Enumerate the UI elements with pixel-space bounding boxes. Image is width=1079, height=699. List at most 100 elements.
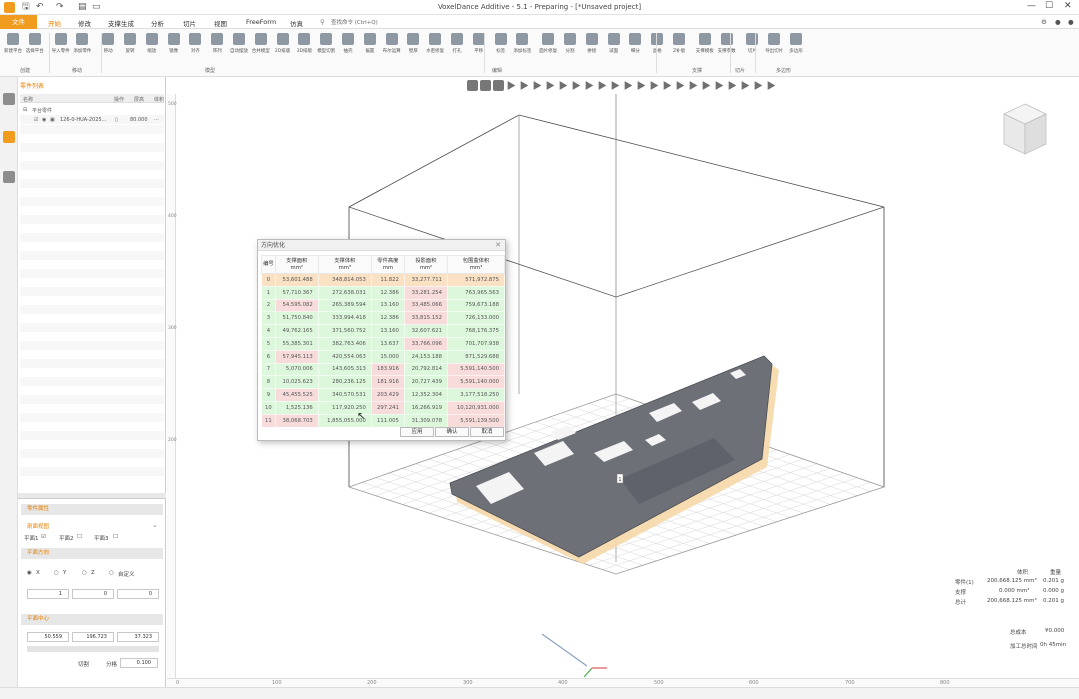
table-header-cell[interactable]: 投影面积 mm² <box>403 255 448 274</box>
center-y-field[interactable]: 196.723 <box>72 632 114 642</box>
ribbon-button-5[interactable]: 旋转 <box>121 33 139 54</box>
view-tool-icon[interactable] <box>702 81 711 90</box>
axis-y-radio[interactable]: ○ <box>54 570 59 576</box>
ribbon-button-30[interactable]: Z补偿 <box>670 33 688 54</box>
plane2-label[interactable]: 平面2 <box>59 534 74 542</box>
table-row[interactable]: 5 55,385.301 382,763.406 13.637 33,766.096 70… <box>261 336 506 351</box>
menu-support[interactable]: 支撑生成 <box>108 18 134 28</box>
menu-modify[interactable]: 修改 <box>78 18 91 28</box>
ribbon-button-9[interactable]: 阵列 <box>208 33 226 54</box>
ribbon-button-19[interactable]: 水密修复 <box>426 33 444 54</box>
table-row[interactable]: 11 38,068.703 1,855,055.000 111.005 31,309.0… <box>261 413 506 428</box>
ribbon-button-10[interactable]: 自动摆放 <box>230 33 248 54</box>
info-icon[interactable]: ● <box>1068 18 1074 26</box>
ribbon-button-6[interactable]: 缩放 <box>143 33 161 54</box>
direction-y-field[interactable]: 0 <box>72 589 114 599</box>
menu-freeform[interactable]: FreeForm <box>246 18 276 26</box>
ribbon-button-22[interactable]: 标签 <box>492 33 510 54</box>
confirm-button[interactable]: 确认 <box>435 427 469 437</box>
table-header-cell[interactable]: 支撑面积 mm² <box>274 255 319 274</box>
expand-icon[interactable]: ⊟ <box>23 107 27 113</box>
plane3-checkbox[interactable]: ☐ <box>113 534 118 540</box>
view-tool-icon[interactable] <box>493 80 504 91</box>
checkbox-icon[interactable]: ☑ <box>34 117 38 123</box>
table-row[interactable]: 9 45,455.525 340,570.531 203.429 12,352.304 3… <box>261 388 506 402</box>
ribbon-button-26[interactable]: 拼接 <box>583 33 601 54</box>
axis-custom-radio[interactable]: ○ <box>109 570 114 576</box>
ribbon-button-12[interactable]: 2D排版 <box>274 33 292 54</box>
ribbon-button-28[interactable]: 细分 <box>626 33 644 54</box>
view-tool-icon[interactable] <box>559 81 568 90</box>
ribbon-button-2[interactable]: 导入零件 <box>52 33 70 54</box>
gear-icon[interactable]: ⚙ <box>1041 18 1047 26</box>
axis-x-radio[interactable]: ◉ <box>27 570 32 576</box>
ribbon-button-1[interactable]: 选择平台 <box>26 33 44 54</box>
view-tool-icon[interactable] <box>741 81 750 90</box>
table-row[interactable]: 2 54,595.082 265,389.594 13.160 33,485.066 75… <box>261 298 506 313</box>
platform-row[interactable]: ⊟ 平台零件 <box>20 105 164 114</box>
view-cube[interactable] <box>1002 102 1048 160</box>
view-tool-icon[interactable] <box>611 81 620 90</box>
view-tool-icon[interactable] <box>728 81 737 90</box>
table-row[interactable]: 7 5,070.006 143,605.313 183.916 20,792.814 5,… <box>261 362 506 377</box>
ribbon-button-27[interactable]: 减面 <box>605 33 623 54</box>
view-tool-icon[interactable] <box>624 81 633 90</box>
ribbon-button-18[interactable]: 壁厚 <box>404 33 422 54</box>
view-tool-icon[interactable] <box>533 81 542 90</box>
view-tool-icon[interactable] <box>676 81 685 90</box>
close-button[interactable]: ✕ <box>1064 1 1072 11</box>
view-tool-icon[interactable] <box>520 81 529 90</box>
table-header-cell[interactable]: 零件高度 mm <box>370 255 405 274</box>
ribbon-button-21[interactable]: 平移 <box>470 33 488 54</box>
ribbon-button-0[interactable]: 新建平台 <box>4 33 22 54</box>
ribbon-button-15[interactable]: 抽壳 <box>339 33 357 54</box>
maximize-button[interactable]: ☐ <box>1045 1 1053 11</box>
view-tool-icon[interactable] <box>715 81 724 90</box>
ribbon-button-32[interactable]: 支撑参数 <box>718 33 736 54</box>
ribbon-button-7[interactable]: 镜像 <box>165 33 183 54</box>
table-header-cell[interactable]: 支撑体积 mm³ <box>317 255 372 274</box>
menu-view[interactable]: 视图 <box>214 18 227 28</box>
ribbon-button-29[interactable]: 晶格 <box>648 33 666 54</box>
dialog-close-icon[interactable]: ✕ <box>495 241 501 249</box>
view-tool-icon[interactable] <box>663 81 672 90</box>
part-more[interactable]: ··· <box>154 117 159 123</box>
table-row[interactable]: 0 53,601.488 348,814.053 11.822 33,277.711 57… <box>261 273 506 287</box>
axis-z-radio[interactable]: ○ <box>82 570 87 576</box>
ribbon-button-23[interactable]: 添加标签 <box>513 33 531 54</box>
apply-button[interactable]: 应用 <box>400 427 434 437</box>
ribbon-button-33[interactable]: 切片 <box>743 33 761 54</box>
ribbon-button-13[interactable]: 3D排版 <box>295 33 313 54</box>
view-tool-icon[interactable] <box>637 81 646 90</box>
table-header-cell[interactable]: 包围盒体积 mm³ <box>446 255 506 274</box>
view-tool-icon[interactable] <box>767 81 776 90</box>
view-tool-icon[interactable] <box>754 81 763 90</box>
table-row[interactable]: 6 57,945.113 420,554.063 15.000 24,153.188 87… <box>261 349 506 364</box>
view-tool-icon[interactable] <box>480 80 491 91</box>
plane2-checkbox[interactable]: ☐ <box>77 534 82 540</box>
ribbon-button-17[interactable]: 布尔运算 <box>383 33 401 54</box>
stack-icon[interactable] <box>3 171 15 183</box>
view-tool-icon[interactable] <box>546 81 555 90</box>
plane1-label[interactable]: 平面1 <box>24 534 39 542</box>
view-tool-icon[interactable] <box>585 81 594 90</box>
plane1-checkbox[interactable]: ☑ <box>41 534 46 540</box>
table-row[interactable]: 3 51,750.840 333,994.418 12.386 33,815.152 72… <box>261 311 506 326</box>
ribbon-button-14[interactable]: 模型切割 <box>317 33 335 54</box>
menu-analysis[interactable]: 分析 <box>151 18 164 28</box>
command-search[interactable]: 查找命令 (Ctrl+Q) <box>331 18 378 26</box>
minimize-button[interactable]: — <box>1027 1 1036 11</box>
plane3-label[interactable]: 平面3 <box>94 534 109 542</box>
view-tool-icon[interactable] <box>650 81 659 90</box>
menu-simulation[interactable]: 仿真 <box>290 18 303 28</box>
ribbon-button-8[interactable]: 对齐 <box>186 33 204 54</box>
direction-x-field[interactable]: 1 <box>27 589 69 599</box>
eye-icon[interactable]: ◉ <box>42 117 46 123</box>
ribbon-button-31[interactable]: 支撑模板 <box>696 33 714 54</box>
part-row[interactable]: ☑ ◉ ▣ 126-0-HUA-2025... ▯ 80.000 ··· <box>20 115 164 124</box>
ribbon-button-34[interactable]: 导出切片 <box>765 33 783 54</box>
step-field[interactable]: 0.100 <box>120 658 158 668</box>
view-tool-icon[interactable] <box>507 81 516 90</box>
view-tool-icon[interactable] <box>467 80 478 91</box>
view-tool-icon[interactable] <box>598 81 607 90</box>
